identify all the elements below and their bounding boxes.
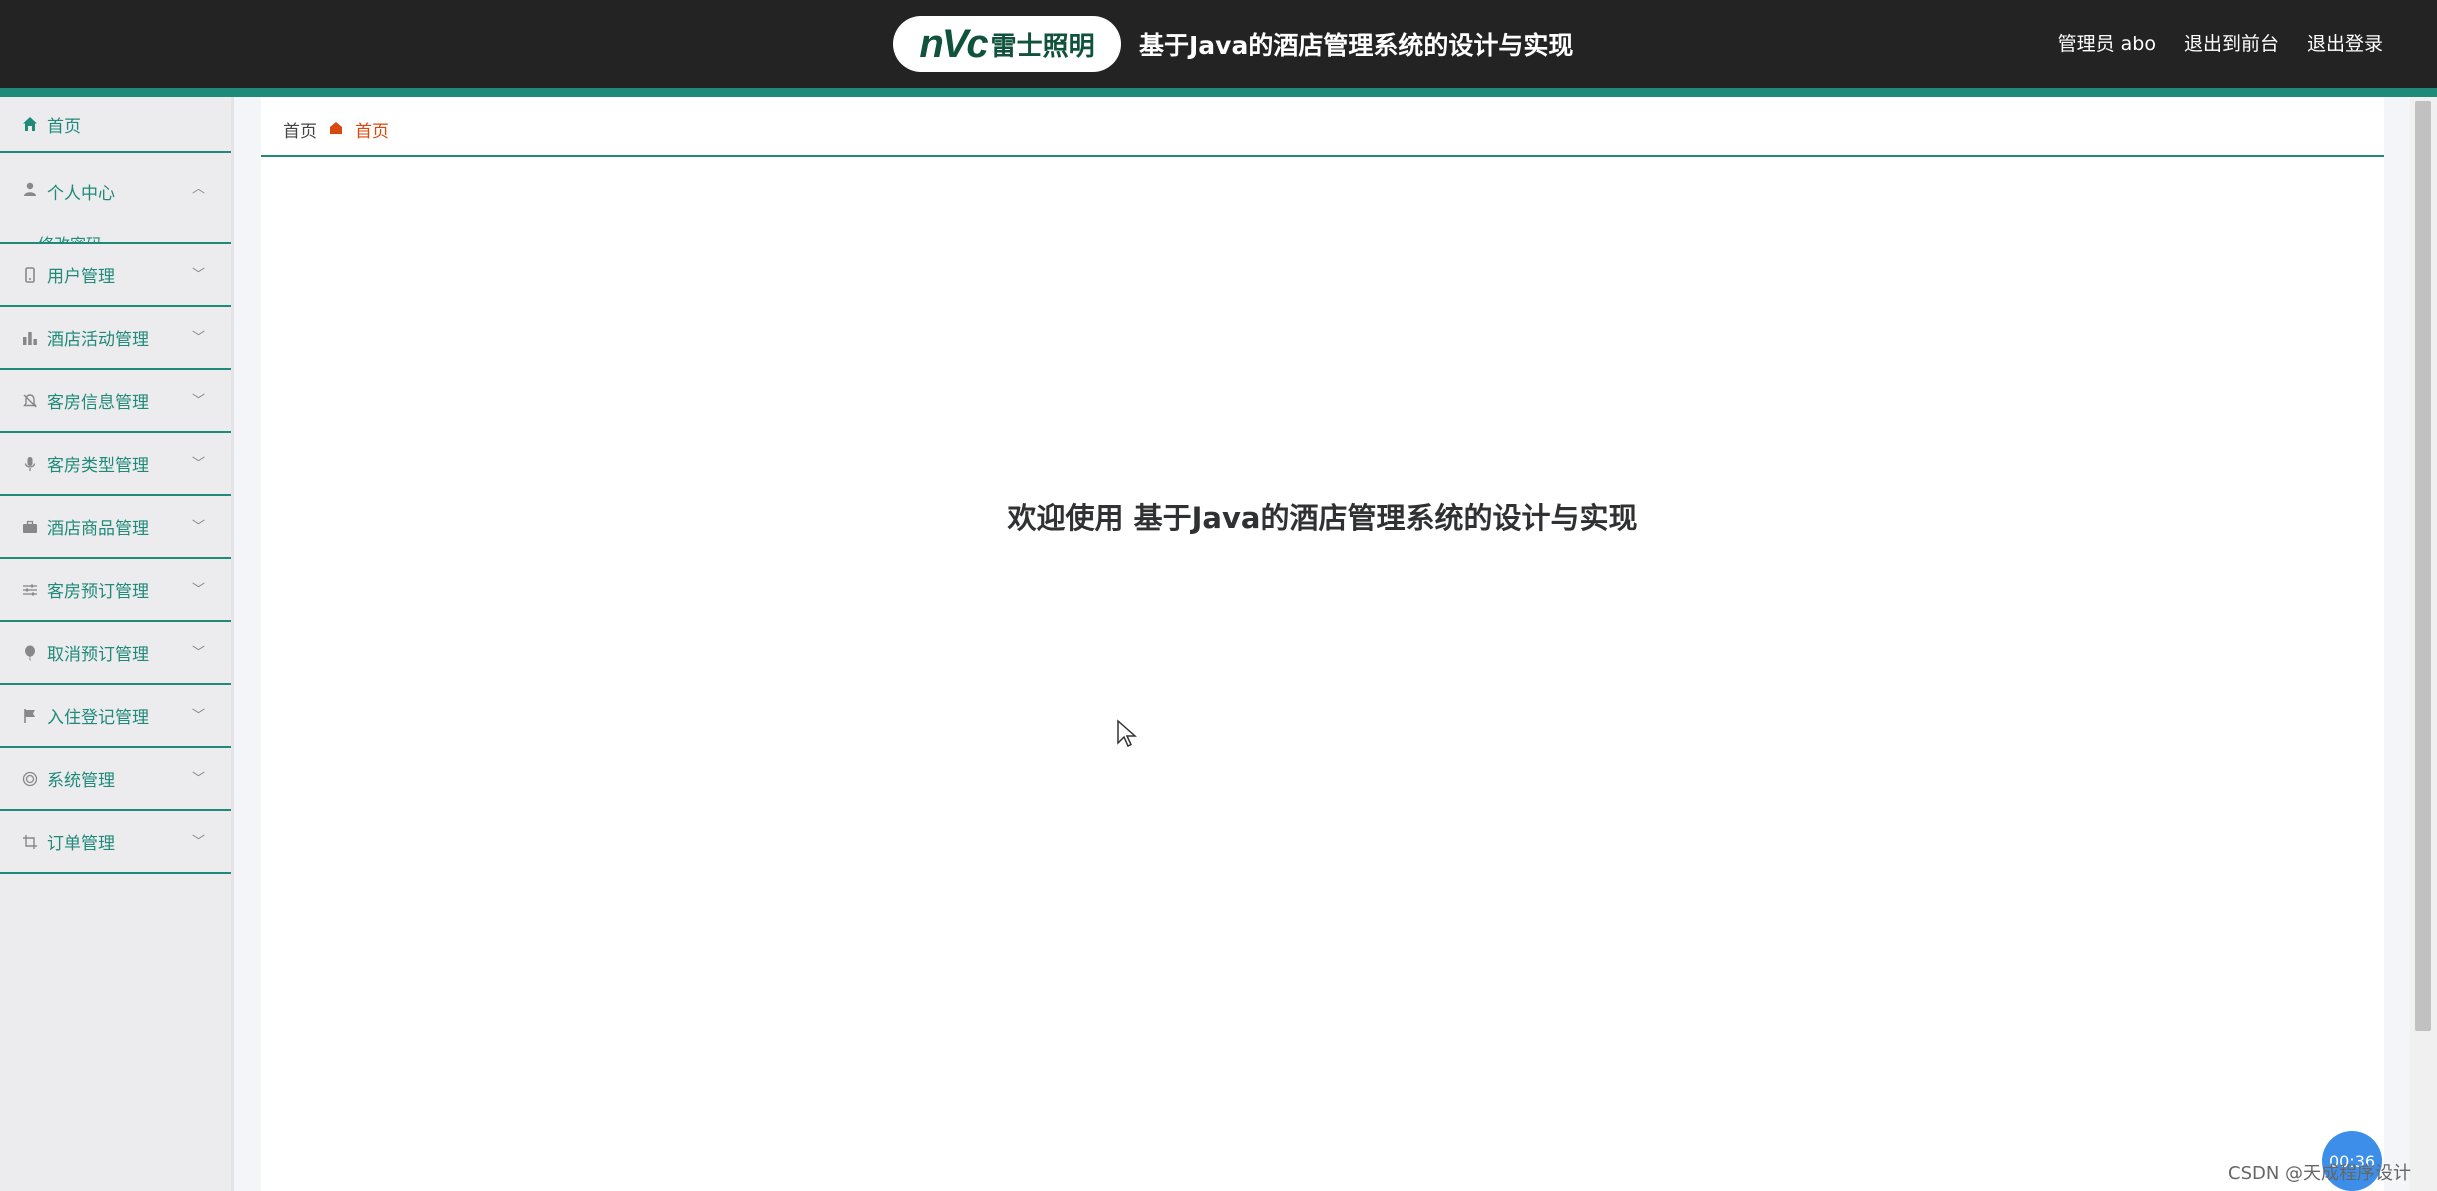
chevron-down-icon: ﹀	[192, 519, 206, 535]
logout-link[interactable]: 退出登录	[2307, 29, 2383, 56]
logo-mark: nVc	[919, 21, 988, 66]
sidebar-item-label: 用户管理	[47, 267, 115, 287]
sidebar-item-label: 客房预订管理	[47, 582, 149, 602]
sidebar-item-room-types[interactable]: 客房类型管理 ﹀	[0, 433, 231, 496]
chevron-down-icon: ﹀	[192, 393, 206, 409]
sidebar-item-label: 首页	[47, 116, 81, 137]
page-scrollbar[interactable]	[2410, 97, 2437, 1191]
balloon-icon	[20, 643, 40, 663]
current-user-label: 管理员 abo	[2057, 33, 2156, 55]
chevron-down-icon: ﹀	[192, 645, 206, 661]
submenu-item-change-password[interactable]: 修改密码	[38, 231, 102, 242]
briefcase-icon	[20, 517, 40, 537]
mouse-cursor-icon	[1117, 719, 1137, 748]
watermark: CSDN @天成程序设计	[2228, 1163, 2412, 1184]
sidebar-item-personal-center[interactable]: 个人中心 ︿ 修改密码	[0, 153, 231, 244]
top-header: nVc 雷士照明 基于Java的酒店管理系统的设计与实现 管理员 abo 退出到…	[0, 0, 2437, 97]
content-divider	[261, 155, 2384, 157]
sidebar-item-label: 个人中心	[47, 184, 115, 204]
chevron-down-icon: ﹀	[192, 708, 206, 724]
home-icon	[20, 114, 40, 134]
sidebar-item-label: 客房类型管理	[47, 456, 149, 476]
sidebar-item-label: 酒店商品管理	[47, 519, 149, 539]
sidebar-menu: 首页 个人中心 ︿ 修改密码 用户管理 ﹀ 酒店活动管理 ﹀ 客房信息管理 ﹀	[0, 97, 234, 1191]
chevron-down-icon: ﹀	[192, 330, 206, 346]
sidebar-item-home[interactable]: 首页	[0, 97, 231, 153]
sidebar-item-label: 系统管理	[47, 771, 115, 791]
chevron-up-icon: ︿	[192, 181, 206, 197]
exit-to-frontend-link[interactable]: 退出到前台	[2184, 29, 2279, 56]
sidebar-item-cancel-booking[interactable]: 取消预订管理 ﹀	[0, 622, 231, 685]
breadcrumb-root[interactable]: 首页	[283, 117, 317, 142]
sidebar-item-label: 取消预订管理	[47, 645, 149, 665]
main-content: 首页 首页 欢迎使用 基于Java的酒店管理系统的设计与实现	[261, 97, 2384, 1191]
chevron-down-icon: ﹀	[192, 582, 206, 598]
microphone-icon	[20, 454, 40, 474]
sidebar-item-room-booking[interactable]: 客房预订管理 ﹀	[0, 559, 231, 622]
app-title: 基于Java的酒店管理系统的设计与实现	[1139, 31, 1574, 60]
scrollbar-thumb[interactable]	[2415, 101, 2431, 1031]
sidebar-item-check-in[interactable]: 入住登记管理 ﹀	[0, 685, 231, 748]
sidebar-item-label: 入住登记管理	[47, 708, 149, 728]
logo-text: 雷士照明	[990, 31, 1095, 62]
sliders-icon	[20, 580, 40, 600]
bell-off-icon	[20, 391, 40, 411]
chevron-down-icon: ﹀	[192, 267, 206, 283]
sidebar-item-label: 订单管理	[47, 834, 115, 854]
brand-logo: nVc 雷士照明	[893, 16, 1121, 72]
target-icon	[20, 769, 40, 789]
user-icon	[20, 179, 40, 199]
sidebar-item-orders[interactable]: 订单管理 ﹀	[0, 811, 231, 874]
chevron-down-icon: ﹀	[192, 456, 206, 472]
sidebar-item-label: 客房信息管理	[47, 393, 149, 413]
sidebar-item-user-management[interactable]: 用户管理 ﹀	[0, 244, 231, 307]
crop-icon	[20, 832, 40, 852]
bar-chart-icon	[20, 328, 40, 348]
chevron-down-icon: ﹀	[192, 771, 206, 787]
breadcrumb: 首页 首页	[283, 117, 389, 142]
header-links: 管理员 abo 退出到前台 退出登录	[2058, 29, 2383, 56]
sidebar-item-room-info[interactable]: 客房信息管理 ﹀	[0, 370, 231, 433]
welcome-message: 欢迎使用 基于Java的酒店管理系统的设计与实现	[1007, 501, 1638, 535]
breadcrumb-separator-icon	[329, 121, 343, 139]
chevron-down-icon: ﹀	[192, 834, 206, 850]
flag-icon	[20, 706, 40, 726]
sidebar-item-label: 酒店活动管理	[47, 330, 149, 350]
sidebar-item-system-management[interactable]: 系统管理 ﹀	[0, 748, 231, 811]
breadcrumb-current: 首页	[355, 122, 389, 142]
device-icon	[20, 265, 40, 285]
sidebar-item-hotel-goods[interactable]: 酒店商品管理 ﹀	[0, 496, 231, 559]
sidebar-item-hotel-activities[interactable]: 酒店活动管理 ﹀	[0, 307, 231, 370]
